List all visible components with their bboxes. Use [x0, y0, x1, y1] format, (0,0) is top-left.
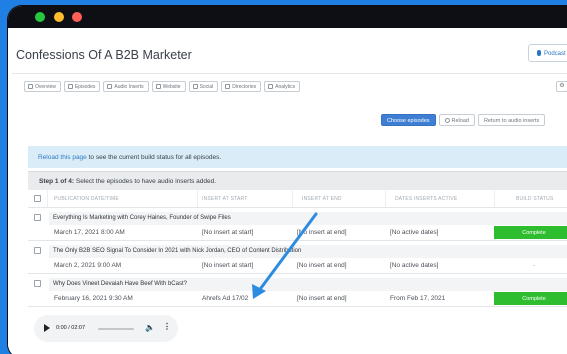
column-header-end[interactable]: INSERT AT END: [302, 196, 342, 202]
browser-window: Confessions Of A B2B Marketer Podcast Ov…: [8, 6, 567, 354]
table-row[interactable]: The Only B2B SEO Signal To Consider In 2…: [28, 241, 567, 274]
window-maximize-button[interactable]: [72, 12, 82, 22]
dates-active: From Feb 17, 2021: [390, 295, 446, 302]
microphone-icon: [537, 50, 541, 56]
build-status-badge: Complete: [494, 226, 567, 239]
tab-label: Analytics: [275, 84, 296, 90]
column-header-status[interactable]: BUILD STATUS: [516, 196, 554, 202]
step-header: Step 1 of 4: Select the episodes to have…: [28, 171, 567, 190]
play-icon[interactable]: [44, 324, 50, 332]
publication-date: March 17, 2021 8:00 AM: [54, 229, 125, 236]
share-icon: [192, 84, 198, 89]
column-divider: [292, 190, 293, 207]
insert-at-start: [No insert at start]: [202, 262, 254, 269]
step-text: Select the episodes to have audio insert…: [74, 178, 217, 185]
tab-label: Directories: [232, 84, 257, 90]
chart-icon: [268, 84, 274, 89]
microphone-icon: [67, 84, 73, 89]
tab-directories[interactable]: Directories: [221, 81, 262, 92]
insert-at-end: [No insert at end]: [297, 229, 347, 236]
list-icon: [225, 84, 231, 89]
column-divider: [197, 190, 198, 207]
episode-title: Why Does Vineet Devaiah Have Beef With b…: [49, 278, 567, 291]
episode-title: The Only B2B SEO Signal To Consider In 2…: [49, 245, 567, 258]
column-header-date[interactable]: PUBLICATION DATE/TIME: [54, 196, 119, 202]
window-close-button[interactable]: [35, 12, 45, 22]
tab-episodes[interactable]: Episodes: [63, 81, 101, 92]
table-header: PUBLICATION DATE/TIME INSERT AT START IN…: [28, 190, 567, 208]
choose-episodes-button[interactable]: Choose episodes: [381, 114, 436, 126]
publication-date: February 16, 2021 9:30 AM: [54, 295, 133, 302]
globe-icon: [155, 84, 161, 89]
audio-wave-icon: [107, 84, 113, 89]
dates-active: [No active dates]: [390, 262, 439, 269]
tab-website[interactable]: Website: [151, 81, 186, 92]
info-text: to see the current build status for all …: [86, 154, 222, 161]
row-checkbox[interactable]: [34, 280, 41, 287]
podcast-button[interactable]: Podcast: [528, 44, 567, 62]
seek-slider[interactable]: [98, 328, 134, 330]
settings-gear-icon[interactable]: ⚙: [556, 81, 567, 92]
playback-time: 0:00 / 02:07: [56, 325, 86, 331]
window-titlebar: [8, 6, 567, 28]
dates-active: [No active dates]: [390, 229, 439, 236]
episode-title: Everything Is Marketing with Corey Haine…: [49, 212, 567, 225]
episodes-table: PUBLICATION DATE/TIME INSERT AT START IN…: [28, 190, 567, 307]
tab-label: Website: [162, 84, 181, 90]
select-all-checkbox[interactable]: [34, 195, 41, 202]
row-checkbox[interactable]: [34, 214, 41, 221]
window-minimize-button[interactable]: [54, 12, 64, 22]
column-header-start[interactable]: INSERT AT START: [202, 196, 248, 202]
table-row[interactable]: Everything Is Marketing with Corey Haine…: [28, 208, 567, 241]
tab-audio-inserts[interactable]: Audio Inserts: [103, 81, 149, 92]
insert-at-end: [No insert at end]: [297, 295, 347, 302]
tab-label: Social: [199, 84, 214, 90]
tab-label: Overview: [35, 84, 56, 90]
refresh-icon: [444, 118, 450, 123]
publication-date: March 2, 2021 9:00 AM: [54, 262, 122, 269]
insert-at-end: [No insert at end]: [297, 262, 347, 269]
podcast-button-label: Podcast: [544, 51, 566, 57]
info-banner: Reload this page to see the current buil…: [28, 146, 567, 168]
column-divider: [47, 190, 48, 207]
tab-label: Audio Inserts: [114, 84, 144, 90]
reload-label: Reload: [451, 118, 469, 124]
column-divider: [385, 190, 386, 207]
tab-bar: Overview Episodes Audio Inserts Website …: [24, 81, 301, 92]
volume-icon[interactable]: 🔈: [145, 324, 155, 332]
more-options-icon[interactable]: ⋮: [163, 323, 171, 331]
reload-page-link[interactable]: Reload this page: [38, 154, 87, 161]
action-buttons: Choose episodes Reload Return to audio i…: [381, 114, 546, 126]
column-divider: [494, 190, 495, 207]
insert-at-start: Ahrefs Ad 17/02: [202, 295, 249, 302]
tab-overview[interactable]: Overview: [24, 81, 61, 92]
audio-player: 0:00 / 02:07 🔈 ⋮: [34, 315, 178, 342]
build-status-badge: -: [533, 263, 535, 269]
return-to-audio-inserts-button[interactable]: Return to audio inserts: [477, 114, 546, 126]
table-row[interactable]: Why Does Vineet Devaiah Have Beef With b…: [28, 274, 567, 307]
column-header-active[interactable]: DATES INSERTS ACTIVE: [395, 196, 457, 202]
build-status-badge: Complete: [494, 292, 567, 305]
tab-social[interactable]: Social: [188, 81, 219, 92]
reload-button[interactable]: Reload: [438, 114, 475, 126]
step-label: Step 1 of 4:: [39, 178, 75, 185]
divider: [12, 73, 567, 74]
dashboard-icon: [28, 84, 33, 89]
tab-label: Episodes: [74, 84, 96, 90]
app-content: Confessions Of A B2B Marketer Podcast Ov…: [8, 28, 567, 354]
page-title: Confessions Of A B2B Marketer: [16, 48, 192, 62]
insert-at-start: [No insert at start]: [202, 229, 254, 236]
tab-analytics[interactable]: Analytics: [264, 81, 301, 92]
row-checkbox[interactable]: [34, 247, 41, 254]
